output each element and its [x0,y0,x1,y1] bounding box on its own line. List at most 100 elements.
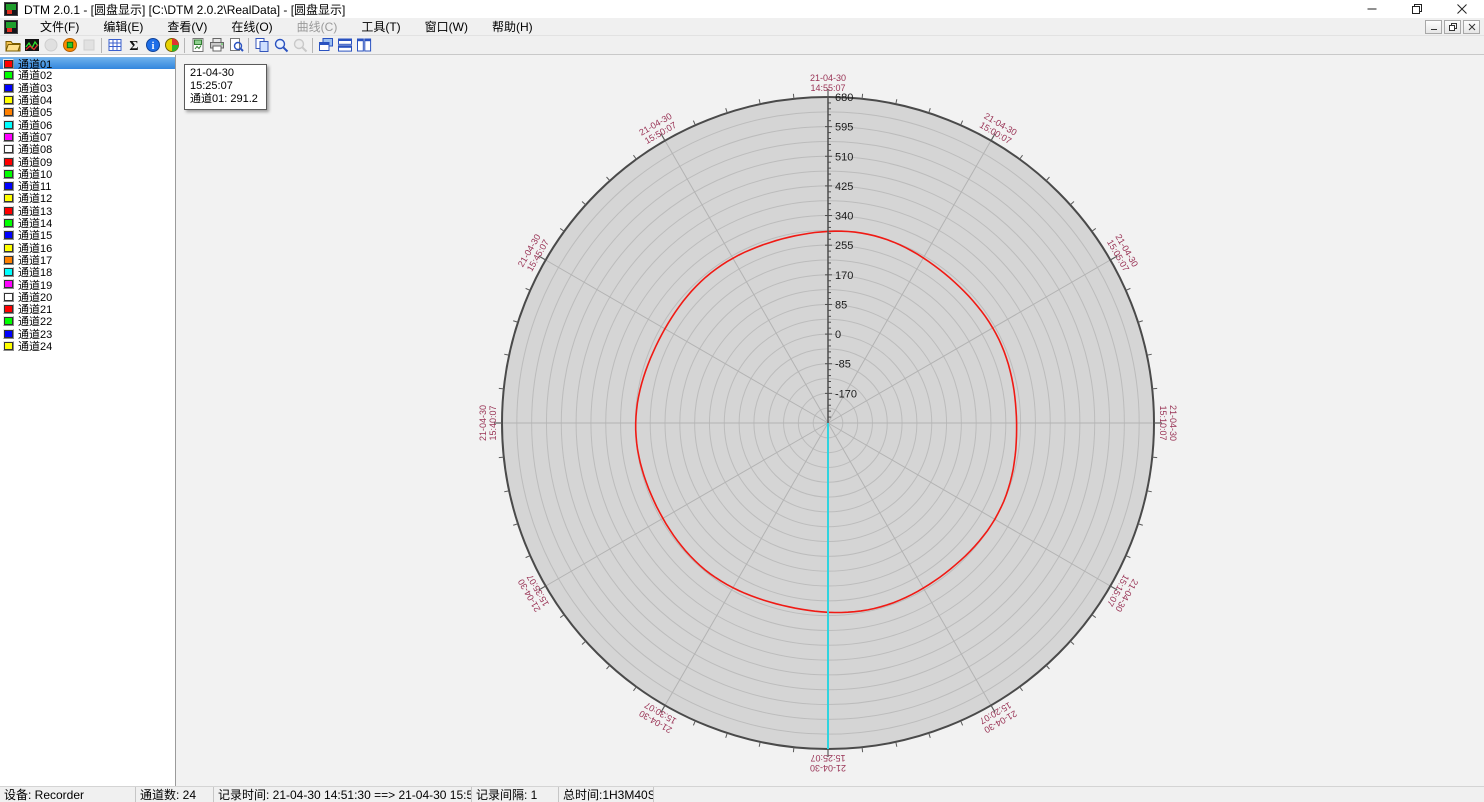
status-bar: 设备: Recorder通道数: 24记录时间: 21-04-30 14:51:… [0,786,1484,802]
time-label-date: 21-04-30 [810,73,846,83]
tooltip-channel-value: 通道01: 291.2 [190,93,258,106]
time-label-group: 21-04-3014:55:07 [810,73,846,93]
radial-axis-label: 255 [835,240,853,252]
menu-item-0[interactable]: 文件(F) [28,17,91,36]
close-button[interactable] [1439,0,1484,18]
angle-tick [793,747,794,752]
angle-tick [1092,615,1096,618]
channel-color-swatch [3,169,14,179]
toolbar-separator [184,38,185,53]
time-label-time: 15:10:07 [1158,405,1168,440]
export-icon[interactable] [188,37,207,54]
mdi-minimize-button[interactable] [1425,20,1442,34]
menu-item-6[interactable]: 窗口(W) [413,17,480,36]
open-file-icon[interactable] [3,37,22,54]
channel-color-swatch [3,107,14,117]
statistics-icon[interactable]: Σ [124,37,143,54]
mdi-child-icon [4,20,18,34]
channel-color-swatch [3,95,14,105]
angle-tick [693,721,695,726]
time-label-time: 15:40:07 [488,405,498,440]
menu-item-2[interactable]: 查看(V) [155,17,219,36]
cascade-windows-icon[interactable] [316,37,335,54]
info-icon[interactable]: i [143,37,162,54]
toolbar-separator [248,38,249,53]
status-panel-0: 设备: Recorder [0,787,136,802]
angle-tick [1126,288,1131,290]
menu-item-3[interactable]: 在线(O) [219,17,284,36]
radial-axis-label: -85 [835,359,851,371]
channel-item-通道24[interactable]: 通道24 [0,340,175,352]
angle-tick [633,155,636,159]
time-label-time: 14:55:07 [810,83,845,93]
channel-color-swatch [3,279,14,289]
angle-tick [526,288,531,290]
time-label-time: 15:25:07 [810,753,845,763]
time-label-date: 21-04-30 [810,763,846,773]
angle-tick [1152,388,1157,389]
menu-item-7[interactable]: 帮助(H) [480,17,545,36]
menu-item-5[interactable]: 工具(T) [349,17,412,36]
channel-color-swatch [3,243,14,253]
channel-list: 通道01通道02通道03通道04通道05通道06通道07通道08通道09通道10… [0,55,176,786]
angle-tick [499,388,504,389]
channel-color-swatch [3,341,14,351]
angle-tick [526,556,531,558]
zoom-icon[interactable] [271,37,290,54]
window-title: DTM 2.0.1 - [圆盘显示] [C:\DTM 2.0.2\RealDat… [24,1,345,18]
status-panel-1: 通道数: 24 [136,787,214,802]
angle-tick [1046,665,1049,669]
realtime-curve-icon[interactable] [22,37,41,54]
channel-color-swatch [3,120,14,130]
angle-tick [1020,155,1023,159]
pie-chart-icon[interactable] [162,37,181,54]
app-icon [4,2,18,16]
channel-color-swatch [3,218,14,228]
minimize-button[interactable] [1349,0,1394,18]
zoom-disabled-icon [290,37,309,54]
data-table-icon[interactable] [105,37,124,54]
toolbar-separator [101,38,102,53]
angle-tick [633,687,636,691]
radial-axis-label: 425 [835,181,853,193]
channel-color-swatch [3,132,14,142]
channel-color-swatch [3,70,14,80]
angle-tick [793,94,794,99]
restore-button[interactable] [1394,0,1439,18]
channel-label: 通道24 [18,338,52,354]
angle-tick [499,457,504,458]
record-stop-icon[interactable] [60,37,79,54]
mdi-close-button[interactable] [1463,20,1480,34]
angle-tick [607,177,610,181]
time-label-date: 21-04-30 [478,405,488,441]
time-label-group: 21-04-3015:25:07 [810,753,846,773]
toolbar-separator [312,38,313,53]
mdi-restore-button[interactable] [1444,20,1461,34]
channel-color-swatch [3,59,14,69]
radial-axis-label: 170 [835,270,853,282]
menu-item-4: 曲线(C) [285,17,350,36]
menu-item-1[interactable]: 编辑(E) [91,17,155,36]
tile-vertical-icon[interactable] [354,37,373,54]
channel-color-swatch [3,267,14,277]
channel-color-swatch [3,304,14,314]
channel-color-swatch [3,206,14,216]
channel-color-swatch [3,329,14,339]
angle-tick [560,615,564,618]
print-preview-icon[interactable] [226,37,245,54]
polar-chart[interactable]: 680595510425340255170850-85-17021-04-301… [176,55,1483,786]
tooltip-time: 15:25:07 [190,80,258,93]
title-bar: DTM 2.0.1 - [圆盘显示] [C:\DTM 2.0.2\RealDat… [0,0,1484,18]
print-icon[interactable] [207,37,226,54]
polar-chart-area[interactable]: 680595510425340255170850-85-17021-04-301… [176,55,1484,786]
channel-color-swatch [3,181,14,191]
tile-horizontal-icon[interactable] [335,37,354,54]
angle-tick [1126,556,1131,558]
toolbar: Σi [0,36,1484,55]
angle-tick [1070,202,1074,205]
pause-icon [79,37,98,54]
angle-tick [693,121,695,126]
copy-icon[interactable] [252,37,271,54]
radial-axis-label: 680 [835,92,853,104]
channel-color-swatch [3,255,14,265]
